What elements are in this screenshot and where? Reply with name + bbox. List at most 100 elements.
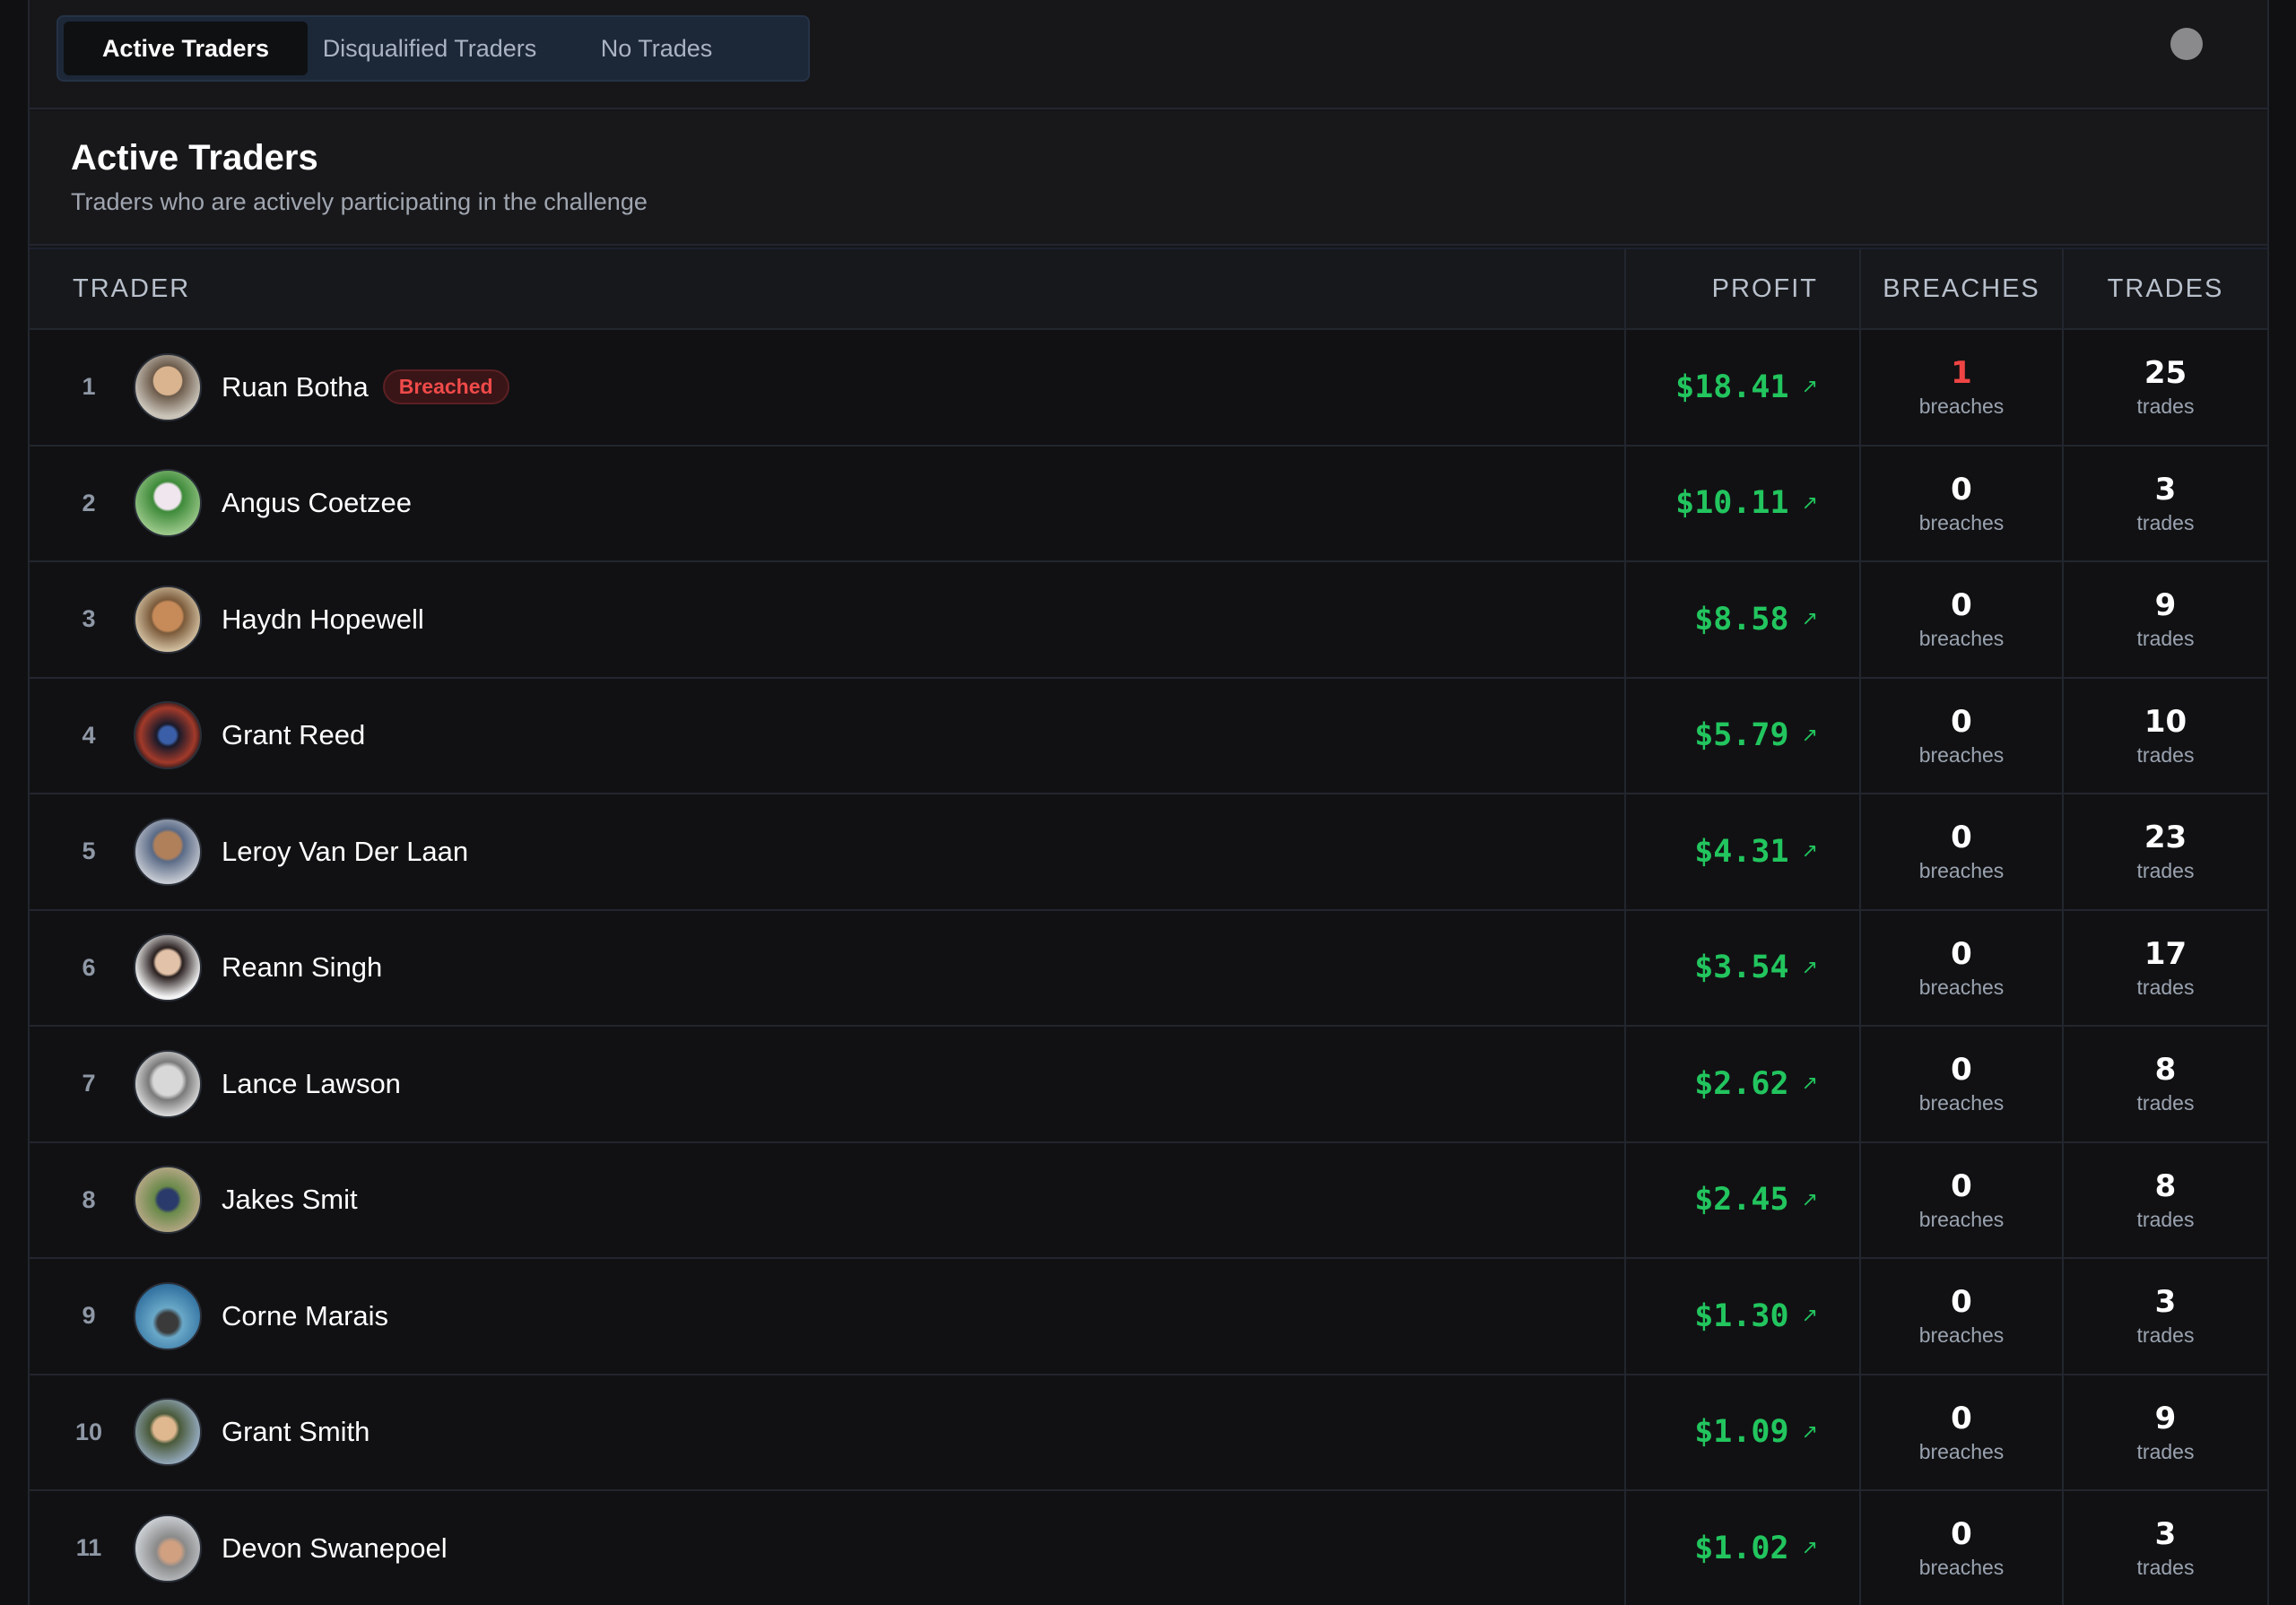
trades-cell: 9 trades [2064, 562, 2267, 677]
trader-name[interactable]: Leroy Van Der Laan [222, 836, 468, 868]
avatar[interactable] [134, 933, 202, 1002]
breaches-label: breaches [1918, 1091, 2005, 1115]
table-row[interactable]: 6 Reann Singh $3.54 ↗ 0 breaches 17 trade… [30, 910, 2267, 1027]
avatar[interactable] [134, 1514, 202, 1583]
profit-cell: $18.41 ↗ [1626, 330, 1861, 445]
trades-cell: 9 trades [2064, 1375, 2267, 1490]
trades-cell: 3 trades [2064, 1259, 2267, 1374]
rank-number: 11 [75, 1534, 102, 1562]
trades-count: 3 [2154, 1516, 2177, 1553]
trades-label: trades [2136, 1323, 2195, 1348]
user-menu-icon[interactable] [2170, 28, 2203, 60]
profit-value: $8.58 ↗ [1694, 601, 1818, 638]
header-trades[interactable]: TRADES [2064, 249, 2267, 328]
breaches-label: breaches [1918, 975, 2005, 999]
arrow-up-right-icon: ↗ [1801, 1305, 1818, 1328]
breaches-label: breaches [1918, 395, 2005, 419]
trader-name[interactable]: Ruan Botha [222, 371, 369, 403]
tab-disqualified-traders[interactable]: Disqualified Traders [308, 22, 552, 75]
table-row[interactable]: 3 Haydn Hopewell $8.58 ↗ 0 breaches 9 tra… [30, 562, 2267, 679]
avatar[interactable] [134, 469, 202, 538]
table-row[interactable]: 1 Ruan Botha Breached $18.41 ↗ 1 breaches… [30, 330, 2267, 447]
breaches-cell: 0 breaches [1861, 1375, 2064, 1489]
table-row[interactable]: 5 Leroy Van Der Laan $4.31 ↗ 0 breaches 2… [30, 794, 2267, 911]
table-row[interactable]: 10 Grant Smith $1.09 ↗ 0 breaches 9 trade… [30, 1375, 2267, 1491]
trader-name[interactable]: Grant Reed [222, 719, 365, 751]
profit-cell: $4.31 ↗ [1626, 794, 1861, 909]
breaches-cell: 0 breaches [1861, 910, 2064, 1025]
trader-cell: 1 Ruan Botha Breached [30, 330, 1626, 445]
trader-cell: 8 Jakes Smit [30, 1142, 1626, 1257]
profit-value: $2.62 ↗ [1694, 1065, 1818, 1102]
trader-name[interactable]: Reann Singh [222, 951, 382, 984]
table-row[interactable]: 2 Angus Coetzee $10.11 ↗ 0 breaches 3 tra… [30, 446, 2267, 562]
breaches-cell: 0 breaches [1861, 1491, 2064, 1605]
profit-cell: $2.45 ↗ [1626, 1142, 1861, 1257]
rank-number: 9 [82, 1302, 96, 1330]
breaches-count: 1 [1951, 355, 1972, 392]
table-row[interactable]: 7 Lance Lawson $2.62 ↗ 0 breaches 8 trade… [30, 1027, 2267, 1143]
trades-count: 17 [2144, 935, 2187, 972]
avatar[interactable] [134, 1049, 202, 1118]
trades-cell: 10 trades [2064, 679, 2267, 794]
header-trader[interactable]: TRADER [30, 249, 1626, 328]
rank-number: 3 [82, 605, 96, 633]
profit-value: $4.31 ↗ [1694, 833, 1818, 870]
table-header: TRADER PROFIT BREACHES TRADES [30, 247, 2267, 330]
trader-name[interactable]: Grant Smith [222, 1416, 370, 1448]
trades-label: trades [2136, 510, 2195, 534]
trader-cell: 10 Grant Smith [30, 1375, 1626, 1489]
avatar[interactable] [134, 1398, 202, 1467]
breaches-cell: 0 breaches [1861, 794, 2064, 909]
table-row[interactable]: 4 Grant Reed $5.79 ↗ 0 breaches 10 trades [30, 678, 2267, 794]
rank-number: 4 [82, 721, 96, 749]
trades-label: trades [2136, 975, 2195, 999]
breaches-count: 0 [1951, 935, 1972, 972]
breaches-count: 0 [1951, 1052, 1972, 1089]
breaches-label: breaches [1918, 742, 2005, 767]
table-row[interactable]: 8 Jakes Smit $2.45 ↗ 0 breaches 8 trades [30, 1142, 2267, 1259]
table-row[interactable]: 9 Corne Marais $1.30 ↗ 0 breaches 3 trade… [30, 1259, 2267, 1375]
breaches-label: breaches [1918, 859, 2005, 883]
breaches-cell: 0 breaches [1861, 446, 2064, 560]
breaches-label: breaches [1918, 510, 2005, 534]
trades-count: 3 [2154, 471, 2177, 508]
rank-number: 2 [82, 489, 96, 516]
trader-name[interactable]: Haydn Hopewell [222, 603, 424, 636]
table-row[interactable]: 11 Devon Swanepoel $1.02 ↗ 0 breaches 3 t… [30, 1491, 2267, 1605]
arrow-up-right-icon: ↗ [1801, 376, 1818, 399]
trader-name[interactable]: Angus Coetzee [222, 487, 412, 519]
breaches-cell: 1 breaches [1861, 330, 2064, 445]
rank-number: 5 [82, 837, 96, 865]
breaches-count: 0 [1951, 587, 1972, 624]
header-breaches[interactable]: BREACHES [1861, 249, 2064, 328]
trades-label: trades [2136, 1091, 2195, 1115]
profit-cell: $10.11 ↗ [1626, 446, 1861, 560]
profit-cell: $3.54 ↗ [1626, 910, 1861, 1025]
trader-name[interactable]: Jakes Smit [222, 1184, 358, 1216]
trades-cell: 25 trades [2064, 330, 2267, 445]
trades-cell: 17 trades [2064, 911, 2267, 1026]
trades-cell: 8 trades [2064, 1143, 2267, 1258]
avatar[interactable] [134, 352, 202, 421]
breaches-count: 0 [1951, 1284, 1972, 1321]
trader-name[interactable]: Devon Swanepoel [222, 1532, 448, 1565]
trades-count: 8 [2154, 1052, 2177, 1089]
avatar[interactable] [134, 701, 202, 770]
trades-cell: 23 trades [2064, 794, 2267, 909]
breaches-count: 0 [1951, 1516, 1972, 1553]
trader-cell: 6 Reann Singh [30, 910, 1626, 1025]
tab-no-trades[interactable]: No Trades [552, 22, 761, 75]
trades-label: trades [2136, 395, 2195, 419]
avatar[interactable] [134, 1166, 202, 1235]
trades-label: trades [2136, 1439, 2195, 1463]
profit-value: $1.09 ↗ [1694, 1414, 1818, 1451]
trader-name[interactable]: Corne Marais [222, 1300, 388, 1332]
avatar[interactable] [134, 585, 202, 654]
header-profit[interactable]: PROFIT [1626, 249, 1861, 328]
avatar[interactable] [134, 1281, 202, 1350]
trader-name[interactable]: Lance Lawson [222, 1068, 401, 1100]
trades-label: trades [2136, 1207, 2195, 1231]
tab-active-traders[interactable]: Active Traders [64, 22, 308, 75]
avatar[interactable] [134, 817, 202, 886]
